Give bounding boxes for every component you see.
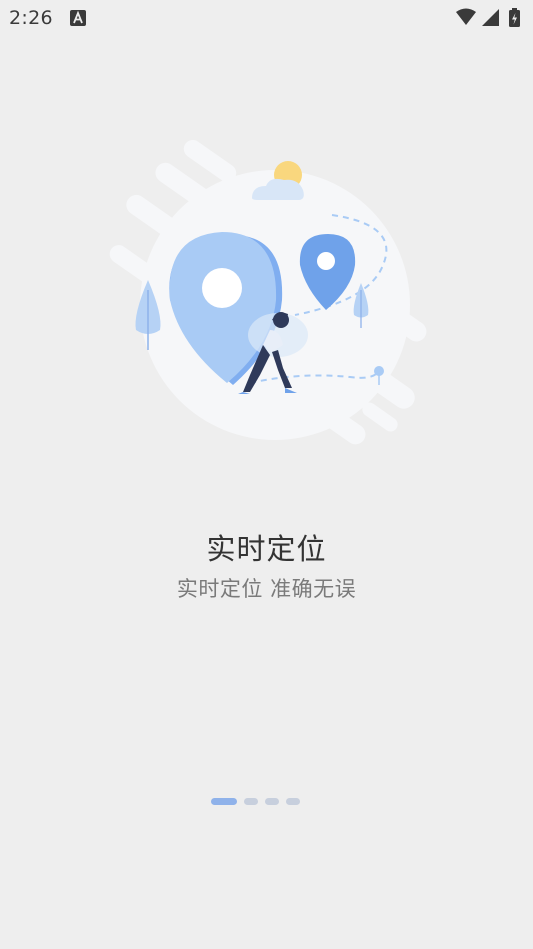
page-dot-active[interactable] — [211, 797, 237, 805]
a-letter-icon — [70, 10, 86, 26]
onboarding-title: 实时定位 — [206, 532, 327, 566]
page-dot[interactable] — [286, 797, 300, 805]
signal-icon — [482, 9, 499, 26]
page-dot[interactable] — [244, 797, 258, 805]
status-bar: 2:26 — [0, 0, 533, 36]
status-time: 2:26 — [9, 7, 53, 29]
page-dot[interactable] — [265, 797, 279, 805]
status-icons — [456, 8, 520, 27]
onboarding-subtitle: 实时定位 准确无误 — [176, 577, 357, 601]
location-illustration — [109, 140, 427, 445]
battery-charging-icon — [509, 8, 520, 27]
page-indicator — [211, 797, 300, 805]
wifi-icon — [456, 8, 476, 25]
